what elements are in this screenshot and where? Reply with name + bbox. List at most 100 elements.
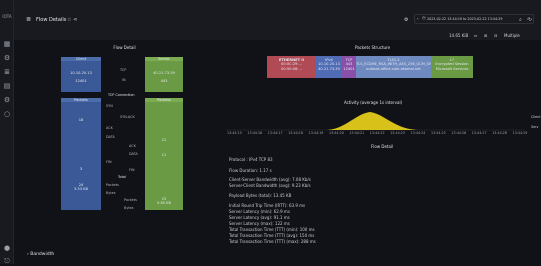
- server-ip: 40.21.73.39: [153, 71, 175, 76]
- page-title: Flow Details: [36, 17, 67, 23]
- total-label: Total: [118, 175, 126, 179]
- side-rail: IOTA ▦ ⚙ ≣ ▤ ⚙ ○ ● ⎋: [0, 0, 14, 266]
- x-tick-label: 13:44:17: [267, 131, 283, 135]
- client-packets-count-b: 3: [79, 166, 83, 171]
- time-picker[interactable]: ‹ ◷ 2023-02-22 13:44:19 to 2023-02-22 13…: [414, 14, 534, 24]
- bandwidth-section-toggle[interactable]: › Bandwidth: [27, 252, 54, 257]
- client-packets-count: 18: [78, 118, 84, 123]
- ipv4-box: IPv4 10.10.20.13 40.21.73.39: [316, 56, 342, 78]
- ttt-max-line: Total Transaction Time (TTT) (max): 288 …: [229, 239, 316, 244]
- server-label: Server: [145, 57, 183, 62]
- logout-icon[interactable]: ⎋: [2, 256, 12, 266]
- ttt-avg-line: Total Transaction Time (TTT) (avg): 150 …: [229, 233, 315, 238]
- l7-service: Microsoft Services: [435, 66, 469, 71]
- tcp-box: TCP 443 12401: [342, 56, 356, 78]
- data-label: DATA: [106, 135, 115, 139]
- total-packets-label: Packets: [106, 183, 119, 187]
- top-bar: ≣ Flow Details ☆ ⋖ ⚙ ‹ ◷ 2023-02-22 13:4…: [14, 0, 541, 40]
- ack-label-b: ACK: [129, 144, 136, 148]
- ack-label: ACK: [106, 126, 113, 130]
- star-icon[interactable]: ☆: [67, 17, 71, 23]
- user-icon[interactable]: ●: [2, 243, 12, 253]
- client-total-bytes: 3.53 KB: [74, 187, 88, 192]
- help-icon[interactable]: ○: [2, 109, 12, 119]
- payload-line: Payload Bytes (total): 13.45 KB: [229, 193, 292, 198]
- duration-line: Flow Duration: 1.17 s: [229, 168, 272, 173]
- multiple-button[interactable]: Multiple: [504, 33, 520, 38]
- time-range-label: 2023-02-22 13:44:19 to 2023-02-22 13:44:…: [427, 17, 503, 21]
- total-bytes-text: Bytes: [124, 206, 134, 210]
- client-total-box: 24 3.53 KB: [61, 180, 101, 210]
- synack-label: SYN-ACK: [120, 115, 135, 119]
- client-port: 12401: [75, 78, 87, 83]
- tcp-dst-port: 12401: [343, 66, 355, 71]
- x-tick-label: 13:44:28: [492, 131, 507, 135]
- packet-structure-title: Packets Structure: [355, 45, 391, 50]
- x-tick-label: 13:44:18: [288, 131, 303, 135]
- irtt-line: Initial Round Trip Time (IRTT): 63.9 ms: [229, 203, 306, 208]
- menu-icon[interactable]: ≣: [26, 16, 31, 23]
- protocol-line: Protocol : IPv4 TCP 83: [229, 157, 273, 162]
- list-icon[interactable]: ≣: [2, 67, 12, 77]
- direction-label: IN: [122, 78, 126, 82]
- l7-box: L7 Encrypted Session Microsoft Services: [431, 56, 473, 78]
- x-tick-label: 13:44:27: [471, 131, 487, 135]
- server-box: Server 40.21.73.39 443: [145, 57, 183, 92]
- x-tick-label: 13:44:15: [227, 131, 242, 135]
- activity-chart: [225, 112, 525, 131]
- server-latency-avg-line: Server Latency (avg): 91.1 ms: [229, 215, 290, 220]
- share-icon[interactable]: ⋖: [73, 17, 77, 23]
- ipv4-dst: 40.21.73.39: [318, 66, 340, 71]
- total-bytes-label: Bytes: [106, 191, 116, 195]
- x-tick-label: 13:44:26: [451, 131, 467, 135]
- size-button[interactable]: 14.65 KiB: [449, 33, 468, 38]
- bandwidth-label: Bandwidth: [30, 252, 55, 257]
- fin-label: FIN: [106, 160, 112, 164]
- server-total-box: 23 9.80 KB: [145, 180, 183, 210]
- tcp-connection-label: TCP Connection: [108, 93, 135, 97]
- zoom-icon[interactable]: ⌕: [519, 17, 522, 23]
- iota-logo: IOTA: [2, 14, 12, 19]
- x-tick-label: 13:44:25: [431, 131, 446, 135]
- chevron-left-icon[interactable]: ‹: [417, 16, 419, 21]
- activity-area: [325, 112, 420, 130]
- finack-label: FIN: [129, 168, 135, 172]
- s2c-bandwidth-line: Server-Client Bandwidth (avg): 9.23 Kb/s: [229, 183, 311, 188]
- client-packets-label: Packets: [61, 98, 101, 103]
- client-ip: 10.10.20.13: [70, 71, 92, 76]
- legend-client: Client: [531, 115, 541, 119]
- flow-panel-title: Flow Detail: [113, 45, 136, 50]
- settings-icon[interactable]: ⚙: [2, 53, 12, 63]
- x-tick-label: 13:44:20: [329, 131, 344, 135]
- server-packets-count-b: 11: [161, 152, 167, 157]
- server-total-bytes: 9.80 KB: [157, 201, 171, 206]
- x-tick-label: 13:44:22: [369, 131, 385, 135]
- gear-icon[interactable]: ⚙: [2, 95, 12, 105]
- gear-icon[interactable]: ⚙: [404, 17, 408, 23]
- x-tick-label: 13:44:19: [308, 131, 324, 135]
- graph-icon[interactable]: ⊟: [494, 33, 497, 38]
- x-tick-label: 13:44:16: [247, 131, 263, 135]
- total-packets-text: Packets: [124, 198, 137, 202]
- server-packets-label: Packets: [145, 98, 183, 103]
- c2s-bandwidth-line: Client-Server Bandwidth (avg): 7.08 Kb/s: [229, 177, 311, 182]
- ethernet-dst: 00:50:56:...: [281, 66, 302, 71]
- x-tick-label: 13:44:23: [390, 131, 405, 135]
- server-packets-count: 12: [161, 138, 167, 143]
- x-tick-label: 13:44:24: [410, 131, 426, 135]
- syn-label: SYN: [106, 104, 113, 108]
- flow-detail-title: Flow Detail: [371, 144, 394, 149]
- tls-host: outlook.office.com.akamai.net: [366, 66, 421, 71]
- expand-icon[interactable]: ⇔: [474, 33, 477, 38]
- server-port: 443: [160, 78, 168, 83]
- grid-icon[interactable]: ▤: [2, 81, 12, 91]
- data-label-b: DATA: [129, 152, 138, 156]
- x-tick-label: 13:44:29: [512, 131, 528, 135]
- client-box: Client 10.10.20.13 12401: [61, 57, 101, 92]
- dashboard-icon[interactable]: ▦: [2, 39, 12, 49]
- grid-icon[interactable]: ⊞: [484, 33, 487, 38]
- server-latency-min-line: Server Latency (min): 62.9 ms: [229, 209, 290, 214]
- refresh-icon[interactable]: ↻: [528, 17, 532, 23]
- activity-title: Activity (average 1s interval): [344, 100, 403, 105]
- ttt-min-line: Total Transaction Time (TTT) (min): 100 …: [229, 227, 315, 232]
